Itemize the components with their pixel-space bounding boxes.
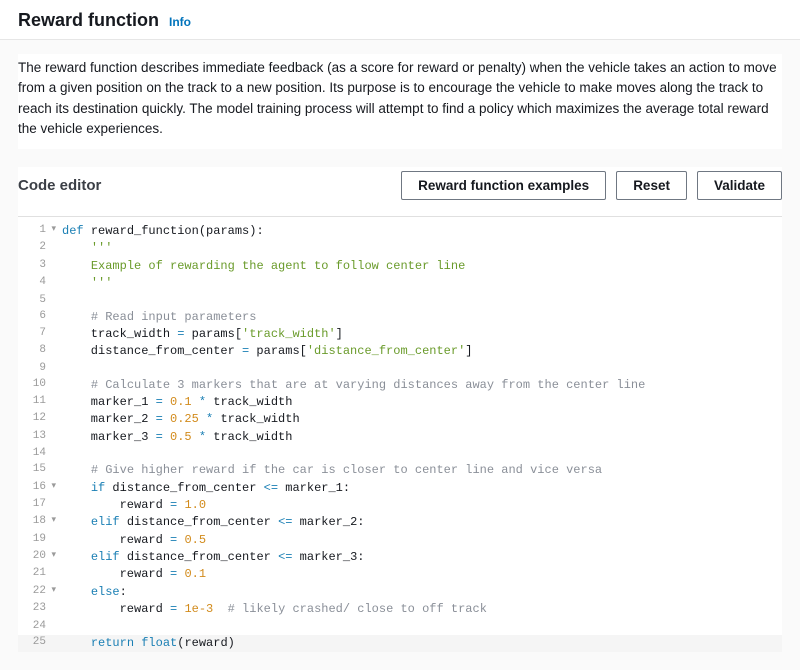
gutter-line-number: 9 bbox=[18, 361, 50, 377]
fold-chevron-icon[interactable]: ▾ bbox=[51, 223, 56, 236]
gutter-line-number: 14 bbox=[18, 446, 50, 462]
code-editor[interactable]: 1▾def reward_function(params):2 '''3 Exa… bbox=[18, 223, 782, 652]
code-line[interactable]: 19 reward = 0.5 bbox=[18, 532, 782, 549]
code-line[interactable]: 17 reward = 1.0 bbox=[18, 497, 782, 514]
body: The reward function describes immediate … bbox=[0, 40, 800, 670]
code-line[interactable]: 12 marker_2 = 0.25 * track_width bbox=[18, 411, 782, 428]
editor-toolbar: Code editor Reward function examples Res… bbox=[18, 167, 782, 216]
section-header: Reward function Info bbox=[0, 0, 800, 40]
fold-chevron-icon[interactable]: ▾ bbox=[51, 549, 56, 562]
page-title: Reward function bbox=[18, 10, 159, 31]
code-content[interactable]: Example of rewarding the agent to follow… bbox=[50, 258, 782, 275]
code-line[interactable]: 13 marker_3 = 0.5 * track_width bbox=[18, 429, 782, 446]
gutter-line-number: 2 bbox=[18, 240, 50, 256]
gutter-line-number: 13 bbox=[18, 429, 50, 445]
code-content[interactable]: marker_2 = 0.25 * track_width bbox=[50, 411, 782, 428]
validate-button[interactable]: Validate bbox=[697, 171, 782, 200]
editor-card: Code editor Reward function examples Res… bbox=[18, 167, 782, 652]
gutter-line-number: 22▾ bbox=[18, 584, 50, 600]
code-line[interactable]: 11 marker_1 = 0.1 * track_width bbox=[18, 394, 782, 411]
gutter-line-number: 23 bbox=[18, 601, 50, 617]
code-line[interactable]: 8 distance_from_center = params['distanc… bbox=[18, 343, 782, 360]
gutter-line-number: 10 bbox=[18, 377, 50, 393]
gutter-line-number: 24 bbox=[18, 619, 50, 635]
gutter-line-number: 4 bbox=[18, 275, 50, 291]
code-content[interactable]: distance_from_center = params['distance_… bbox=[50, 343, 782, 360]
reset-button[interactable]: Reset bbox=[616, 171, 687, 200]
gutter-line-number: 1▾ bbox=[18, 223, 50, 239]
code-content[interactable]: ''' bbox=[50, 275, 782, 292]
code-line[interactable]: 24 bbox=[18, 619, 782, 635]
code-line[interactable]: 1▾def reward_function(params): bbox=[18, 223, 782, 240]
code-line[interactable]: 5 bbox=[18, 293, 782, 309]
code-content[interactable]: else: bbox=[50, 584, 782, 601]
gutter-line-number: 20▾ bbox=[18, 549, 50, 565]
gutter-line-number: 18▾ bbox=[18, 514, 50, 530]
gutter-line-number: 15 bbox=[18, 462, 50, 478]
gutter-line-number: 19 bbox=[18, 532, 50, 548]
code-content[interactable]: reward = 0.5 bbox=[50, 532, 782, 549]
code-content[interactable]: ''' bbox=[50, 240, 782, 257]
code-content[interactable]: elif distance_from_center <= marker_3: bbox=[50, 549, 782, 566]
code-content[interactable]: # Calculate 3 markers that are at varyin… bbox=[50, 377, 782, 394]
gutter-line-number: 5 bbox=[18, 293, 50, 309]
code-content[interactable]: reward = 1e-3 # likely crashed/ close to… bbox=[50, 601, 782, 618]
examples-button[interactable]: Reward function examples bbox=[401, 171, 606, 200]
toolbar-label: Code editor bbox=[18, 177, 101, 194]
code-content[interactable]: track_width = params['track_width'] bbox=[50, 326, 782, 343]
code-content[interactable]: def reward_function(params): bbox=[50, 223, 782, 240]
code-content[interactable]: if distance_from_center <= marker_1: bbox=[50, 480, 782, 497]
code-content[interactable]: # Give higher reward if the car is close… bbox=[50, 462, 782, 479]
code-line[interactable]: 15 # Give higher reward if the car is cl… bbox=[18, 462, 782, 479]
gutter-line-number: 25 bbox=[18, 635, 50, 651]
gutter-line-number: 17 bbox=[18, 497, 50, 513]
code-line[interactable]: 22▾ else: bbox=[18, 584, 782, 601]
code-line[interactable]: 25 return float(reward) bbox=[18, 635, 782, 652]
code-content[interactable]: marker_1 = 0.1 * track_width bbox=[50, 394, 782, 411]
code-line[interactable]: 6 # Read input parameters bbox=[18, 309, 782, 326]
code-content[interactable]: # Read input parameters bbox=[50, 309, 782, 326]
code-line[interactable]: 3 Example of rewarding the agent to foll… bbox=[18, 258, 782, 275]
code-content[interactable]: elif distance_from_center <= marker_2: bbox=[50, 514, 782, 531]
code-line[interactable]: 23 reward = 1e-3 # likely crashed/ close… bbox=[18, 601, 782, 618]
fold-chevron-icon[interactable]: ▾ bbox=[51, 514, 56, 527]
gutter-line-number: 8 bbox=[18, 343, 50, 359]
code-line[interactable]: 18▾ elif distance_from_center <= marker_… bbox=[18, 514, 782, 531]
gutter-line-number: 6 bbox=[18, 309, 50, 325]
code-line[interactable]: 20▾ elif distance_from_center <= marker_… bbox=[18, 549, 782, 566]
fold-chevron-icon[interactable]: ▾ bbox=[51, 480, 56, 493]
code-line[interactable]: 4 ''' bbox=[18, 275, 782, 292]
code-content[interactable]: reward = 1.0 bbox=[50, 497, 782, 514]
code-line[interactable]: 16▾ if distance_from_center <= marker_1: bbox=[18, 480, 782, 497]
code-line[interactable]: 14 bbox=[18, 446, 782, 462]
code-line[interactable]: 9 bbox=[18, 361, 782, 377]
code-line[interactable]: 7 track_width = params['track_width'] bbox=[18, 326, 782, 343]
info-link[interactable]: Info bbox=[169, 15, 191, 29]
gutter-line-number: 3 bbox=[18, 258, 50, 274]
gutter-line-number: 16▾ bbox=[18, 480, 50, 496]
divider bbox=[18, 216, 782, 217]
code-content[interactable]: return float(reward) bbox=[50, 635, 782, 652]
gutter-line-number: 12 bbox=[18, 411, 50, 427]
code-content[interactable]: reward = 0.1 bbox=[50, 566, 782, 583]
code-line[interactable]: 21 reward = 0.1 bbox=[18, 566, 782, 583]
code-line[interactable]: 2 ''' bbox=[18, 240, 782, 257]
fold-chevron-icon[interactable]: ▾ bbox=[51, 584, 56, 597]
code-line[interactable]: 10 # Calculate 3 markers that are at var… bbox=[18, 377, 782, 394]
gutter-line-number: 7 bbox=[18, 326, 50, 342]
description-text: The reward function describes immediate … bbox=[18, 54, 782, 149]
code-content[interactable]: marker_3 = 0.5 * track_width bbox=[50, 429, 782, 446]
gutter-line-number: 21 bbox=[18, 566, 50, 582]
gutter-line-number: 11 bbox=[18, 394, 50, 410]
